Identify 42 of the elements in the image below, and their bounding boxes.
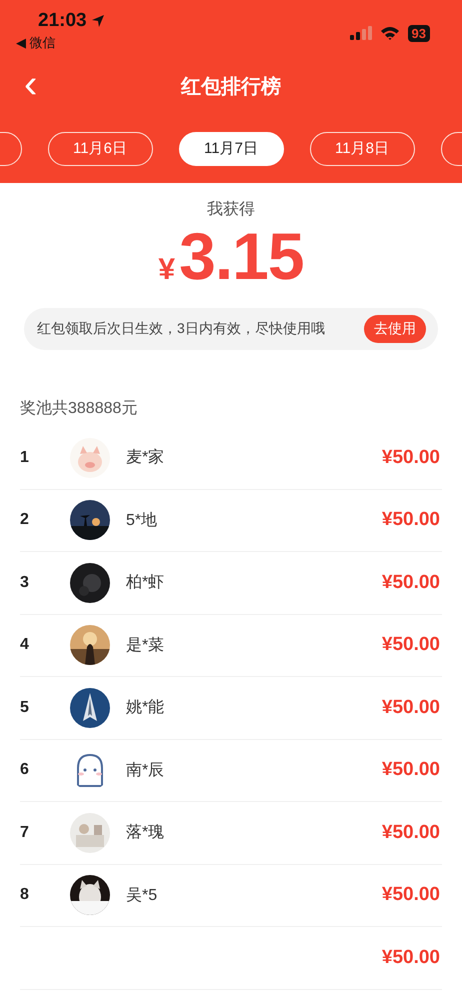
back-button[interactable]: ‹ xyxy=(18,64,44,104)
currency-sign: ¥ xyxy=(158,253,176,287)
notice-text: 红包领取后次日生效，3日内有效，尽快使用哦 xyxy=(37,320,325,338)
user-name: 吴*5 xyxy=(126,886,158,906)
wifi-icon xyxy=(380,26,400,40)
user-name: 麦*家 xyxy=(126,448,166,468)
rank-number: 8 xyxy=(20,886,30,904)
date-tab[interactable]: 11月8日 xyxy=(310,132,414,166)
rank-number: 5 xyxy=(20,698,30,717)
prize-amount: ¥50.00 xyxy=(382,634,440,656)
rank-number: 1 xyxy=(20,448,30,467)
prize-amount: ¥50.00 xyxy=(382,509,440,532)
rank-number: 7 xyxy=(20,824,30,842)
prize-amount: ¥50.00 xyxy=(382,446,440,469)
battery-level: 93 xyxy=(408,24,430,42)
user-name: 柏*虾 xyxy=(126,573,166,594)
location-arrow-icon xyxy=(90,14,105,28)
user-name: 5*地 xyxy=(126,510,158,531)
rank-number: 4 xyxy=(20,636,30,654)
prize-amount: ¥50.00 xyxy=(382,884,440,906)
rank-number: 2 xyxy=(20,511,30,530)
date-tab[interactable]: 11月6日 xyxy=(48,132,152,166)
signal-icon xyxy=(350,26,372,40)
prize-pool-label: 奖池共388888元 xyxy=(20,400,138,417)
rank-number: 6 xyxy=(20,761,30,780)
rank-number: 3 xyxy=(20,574,30,592)
prize-amount: ¥50.00 xyxy=(382,946,440,969)
user-name: 是*菜 xyxy=(126,636,166,656)
user-name: 姚*能 xyxy=(126,698,166,718)
earned-amount: 3.15 xyxy=(179,220,304,292)
use-button[interactable]: 去使用 xyxy=(364,315,426,343)
prize-amount: ¥50.00 xyxy=(382,696,440,719)
prize-amount: ¥50.00 xyxy=(382,759,440,782)
prize-amount: ¥50.00 xyxy=(382,822,440,844)
earned-label: 我获得 xyxy=(207,201,255,218)
prize-amount: ¥50.00 xyxy=(382,572,440,594)
user-name: 落*瑰 xyxy=(126,822,166,844)
date-tab[interactable]: 11月7日 xyxy=(178,132,284,166)
clock-time: 21:03 xyxy=(38,10,87,32)
back-to-app-link[interactable]: ◀ 微信 xyxy=(16,34,105,52)
page-title: 红包排行榜 xyxy=(181,74,281,100)
user-name: 南*辰 xyxy=(126,760,166,781)
